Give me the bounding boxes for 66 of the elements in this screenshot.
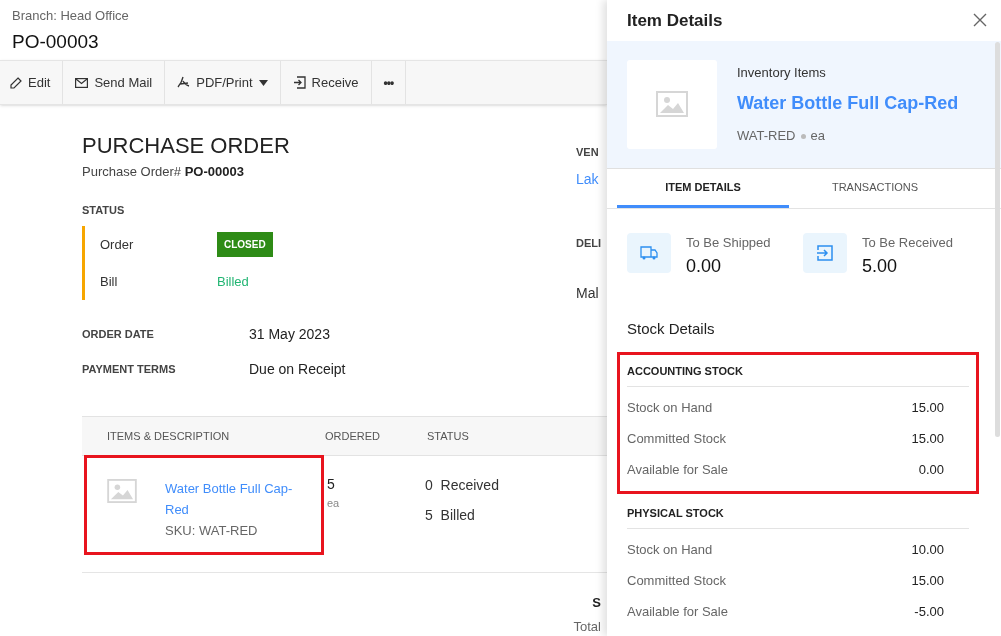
line-status: 5 Billed bbox=[425, 506, 476, 525]
stock-label: Committed Stock bbox=[627, 571, 726, 590]
unit-label: ea bbox=[327, 496, 341, 511]
toolbar-button[interactable]: Receive bbox=[280, 61, 372, 104]
status-badge: CLOSED bbox=[217, 232, 273, 257]
delivery-address: Mal bbox=[576, 284, 600, 303]
stock-value: 10.00 bbox=[911, 540, 944, 559]
status-heading: STATUS bbox=[82, 202, 126, 218]
stock-label: Stock on Hand bbox=[627, 398, 713, 417]
item-sku: SKU: WAT-RED bbox=[165, 522, 259, 540]
column-header: ORDERED bbox=[325, 428, 381, 444]
total-label: Total bbox=[573, 617, 601, 636]
receive-icon bbox=[803, 233, 847, 273]
pencil-icon bbox=[10, 76, 22, 89]
stock-label: Available for Sale bbox=[627, 602, 728, 621]
stock-details-heading: Stock Details bbox=[627, 318, 716, 339]
line-status: 0 Received bbox=[425, 476, 499, 495]
stock-value: 15.00 bbox=[911, 571, 944, 590]
status-value: Billed bbox=[217, 272, 249, 291]
item-sku: WAT-RED bbox=[737, 127, 796, 146]
page-title: PO-00003 bbox=[12, 29, 100, 54]
section-heading: PHYSICAL STOCK bbox=[627, 498, 969, 529]
order-number: Purchase Order# PO-00003 bbox=[82, 163, 245, 181]
stock-label: Committed Stock bbox=[627, 429, 726, 448]
document-title: PURCHASE ORDER bbox=[82, 132, 291, 160]
item-name: Water Bottle Full Cap-Red bbox=[737, 92, 959, 116]
tab[interactable]: TRANSACTIONS bbox=[789, 169, 961, 208]
ordered-quantity: 5 bbox=[327, 475, 336, 494]
truck-icon bbox=[627, 233, 671, 273]
field-value: Due on Receipt bbox=[249, 360, 346, 379]
field-label: PAYMENT TERMS bbox=[82, 362, 177, 378]
tab[interactable]: ITEM DETAILS bbox=[617, 169, 789, 208]
metric-label: To Be Shipped bbox=[686, 234, 771, 252]
image-placeholder-icon bbox=[107, 479, 137, 503]
branch-label: Branch: Head Office bbox=[12, 7, 130, 25]
toolbar-button[interactable]: PDF/Print bbox=[165, 61, 281, 104]
stock-value: 0.00 bbox=[918, 460, 944, 479]
more-button[interactable]: ••• bbox=[371, 61, 407, 104]
column-header: STATUS bbox=[427, 428, 469, 444]
stock-value: 15.00 bbox=[911, 429, 944, 448]
field-label: ORDER DATE bbox=[82, 327, 155, 343]
status-label: Bill bbox=[100, 272, 119, 291]
receive-icon bbox=[292, 76, 306, 90]
stock-value: -5.00 bbox=[914, 602, 944, 621]
item-unit: ea bbox=[810, 127, 825, 146]
vendor-heading: VEN bbox=[576, 145, 600, 160]
status-label: Order bbox=[100, 235, 135, 254]
toolbar-button[interactable]: Edit bbox=[0, 61, 64, 104]
image-placeholder-icon bbox=[656, 91, 688, 118]
column-header: ITEMS & DESCRIPTION bbox=[106, 428, 231, 444]
metric-value: 5.00 bbox=[862, 254, 899, 278]
field-value: 31 May 2023 bbox=[249, 325, 330, 344]
toolbar-button[interactable]: Send Mail bbox=[63, 61, 166, 104]
close-icon bbox=[973, 13, 987, 28]
section-heading: ACCOUNTING STOCK bbox=[627, 356, 969, 387]
stock-label: Available for Sale bbox=[627, 460, 728, 479]
stock-value: 15.00 bbox=[911, 398, 944, 417]
metric-label: To Be Received bbox=[862, 234, 954, 252]
subtotal-label: S bbox=[592, 594, 601, 612]
stock-label: Stock on Hand bbox=[627, 540, 713, 559]
envelope-icon bbox=[75, 77, 89, 88]
item-category: Inventory Items bbox=[737, 63, 827, 82]
delivery-heading: DELI bbox=[576, 235, 602, 251]
pdf-icon bbox=[177, 76, 191, 90]
drawer-title: Item Details bbox=[627, 9, 723, 32]
metric-value: 0.00 bbox=[686, 254, 723, 278]
